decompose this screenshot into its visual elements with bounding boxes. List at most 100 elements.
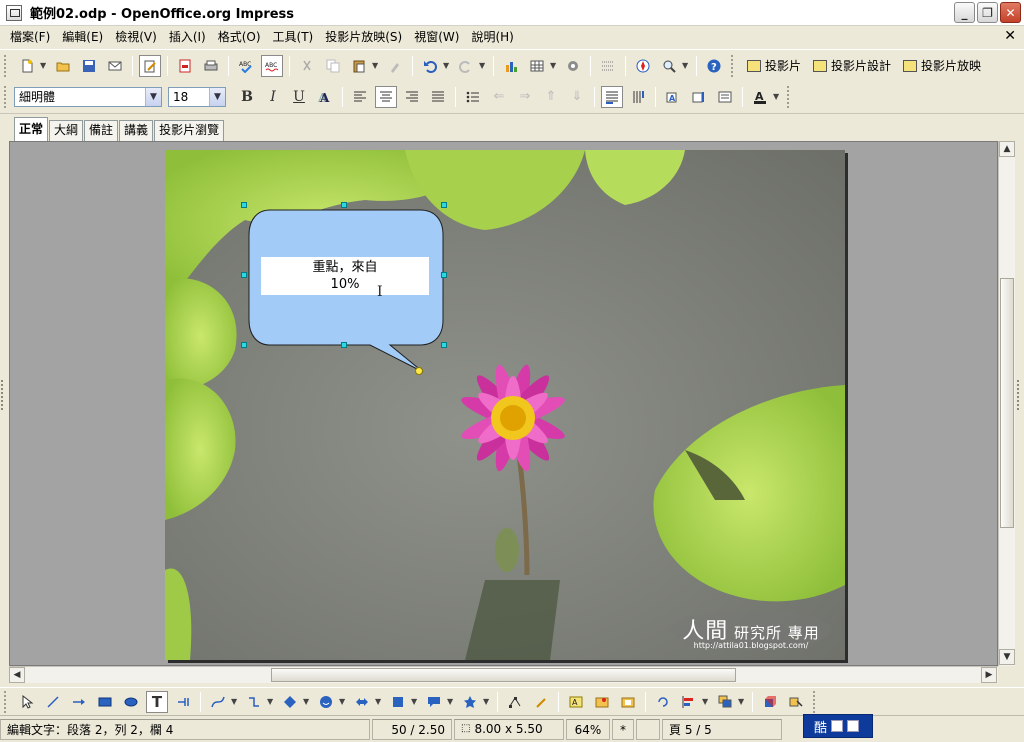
align-left-icon[interactable] bbox=[349, 86, 371, 108]
menu-slideshow[interactable]: 投影片放映(S) bbox=[319, 27, 408, 47]
help-icon[interactable]: ? bbox=[703, 55, 725, 77]
promote-icon[interactable]: ⇐ bbox=[488, 86, 510, 108]
rotate-icon[interactable] bbox=[652, 691, 674, 713]
tab-notes[interactable]: 備註 bbox=[84, 120, 119, 141]
selection-handle[interactable] bbox=[341, 202, 347, 208]
undo-dropdown-icon[interactable]: ▼ bbox=[443, 61, 451, 70]
ime-options-icon[interactable] bbox=[847, 720, 860, 732]
selection-handle[interactable] bbox=[241, 202, 247, 208]
chevron-down-icon[interactable]: ▼ bbox=[209, 87, 225, 106]
fontwork-icon[interactable]: A bbox=[565, 691, 587, 713]
tab-slide-sorter[interactable]: 投影片瀏覽 bbox=[154, 120, 225, 141]
symbol-shapes-dropdown-icon[interactable]: ▼ bbox=[339, 697, 347, 706]
stars-icon[interactable] bbox=[459, 691, 481, 713]
font-color-dropdown-icon[interactable]: ▼ bbox=[773, 92, 781, 101]
undo-icon[interactable] bbox=[419, 55, 441, 77]
slide-button[interactable]: 投影片 bbox=[741, 55, 807, 77]
menu-view[interactable]: 檢視(V) bbox=[109, 27, 163, 47]
open-folder-icon[interactable] bbox=[52, 55, 74, 77]
flowchart-icon[interactable] bbox=[387, 691, 409, 713]
block-arrows-icon[interactable] bbox=[351, 691, 373, 713]
callout-tail-handle[interactable] bbox=[415, 367, 423, 375]
paste-dropdown-icon[interactable]: ▼ bbox=[372, 61, 380, 70]
gallery-icon[interactable] bbox=[617, 691, 639, 713]
tab-outline[interactable]: 大綱 bbox=[49, 120, 84, 141]
table-icon[interactable] bbox=[526, 55, 548, 77]
slide-canvas[interactable]: 重點，來自 10% I 人間 研究所 專用 http://attila01.bl… bbox=[165, 150, 845, 660]
ellipse-icon[interactable] bbox=[120, 691, 142, 713]
extrusion-icon[interactable] bbox=[759, 691, 781, 713]
edit-mode-icon[interactable] bbox=[139, 54, 161, 77]
zoom-icon[interactable] bbox=[658, 55, 680, 77]
toolbar-grip[interactable] bbox=[4, 54, 10, 77]
status-zoom[interactable]: 64% bbox=[566, 718, 610, 740]
toolbar-grip[interactable] bbox=[4, 690, 10, 713]
menu-help[interactable]: 說明(H) bbox=[465, 27, 519, 47]
scroll-right-icon[interactable]: ▶ bbox=[981, 667, 997, 683]
selection-handle[interactable] bbox=[441, 202, 447, 208]
menu-tools[interactable]: 工具(T) bbox=[267, 27, 320, 47]
arrange-icon[interactable] bbox=[714, 691, 736, 713]
vertical-scrollbar[interactable]: ▲ ▼ bbox=[998, 141, 1015, 666]
move-up-icon[interactable]: ⇑ bbox=[540, 86, 562, 108]
status-signature[interactable] bbox=[636, 718, 660, 740]
left-pane-grip[interactable] bbox=[1, 380, 5, 410]
text-tool-icon[interactable]: T bbox=[146, 690, 168, 713]
auto-spellcheck-icon[interactable]: ABC bbox=[261, 54, 283, 77]
horizontal-scroll-thumb[interactable] bbox=[271, 668, 736, 682]
close-document-icon[interactable]: ✕ bbox=[1004, 28, 1016, 44]
clone-formatting-icon[interactable] bbox=[384, 55, 406, 77]
menu-format[interactable]: 格式(O) bbox=[212, 27, 267, 47]
horizontal-scrollbar[interactable]: ◀ ▶ bbox=[9, 666, 998, 683]
glue-points-icon[interactable] bbox=[530, 691, 552, 713]
toolbar-grip[interactable] bbox=[731, 54, 737, 77]
save-icon[interactable] bbox=[78, 55, 100, 77]
selection-handle[interactable] bbox=[241, 272, 247, 278]
selection-handle[interactable] bbox=[441, 342, 447, 348]
font-size-combo[interactable]: 18 ▼ bbox=[168, 86, 226, 107]
vertical-scroll-thumb[interactable] bbox=[1000, 278, 1014, 528]
underline-icon[interactable]: U bbox=[288, 86, 310, 108]
font-name-combo[interactable]: 細明體 ▼ bbox=[14, 86, 162, 107]
callouts-icon[interactable] bbox=[423, 691, 445, 713]
line-arrow-icon[interactable] bbox=[68, 691, 90, 713]
connector-icon[interactable] bbox=[243, 691, 265, 713]
from-file-icon[interactable] bbox=[591, 691, 613, 713]
scroll-up-icon[interactable]: ▲ bbox=[999, 141, 1015, 157]
selection-handle[interactable] bbox=[241, 342, 247, 348]
tab-normal[interactable]: 正常 bbox=[14, 117, 49, 141]
chevron-down-icon[interactable]: ▼ bbox=[145, 87, 161, 106]
print-icon[interactable] bbox=[200, 55, 222, 77]
ime-mode-label[interactable]: 酷 bbox=[814, 717, 827, 736]
menu-file[interactable]: 檔案(F) bbox=[4, 27, 56, 47]
paragraph-icon[interactable] bbox=[688, 86, 710, 108]
menu-edit[interactable]: 編輯(E) bbox=[56, 27, 109, 47]
line-icon[interactable] bbox=[42, 691, 64, 713]
curve-dropdown-icon[interactable]: ▼ bbox=[231, 697, 239, 706]
paste-icon[interactable] bbox=[348, 55, 370, 77]
new-document-icon[interactable] bbox=[16, 55, 38, 77]
bold-icon[interactable]: B bbox=[236, 86, 258, 108]
demote-icon[interactable]: ⇒ bbox=[514, 86, 536, 108]
new-dropdown-icon[interactable]: ▼ bbox=[40, 61, 48, 70]
scroll-left-icon[interactable]: ◀ bbox=[9, 667, 25, 683]
bullets-numbering-icon[interactable] bbox=[714, 86, 736, 108]
symbol-shapes-icon[interactable] bbox=[315, 691, 337, 713]
shadow-icon[interactable]: AA bbox=[314, 86, 336, 108]
basic-shapes-icon[interactable] bbox=[279, 691, 301, 713]
redo-dropdown-icon[interactable]: ▼ bbox=[479, 61, 487, 70]
slide-design-button[interactable]: 投影片設計 bbox=[807, 55, 897, 77]
export-pdf-icon[interactable] bbox=[174, 55, 196, 77]
justify-icon[interactable] bbox=[427, 86, 449, 108]
tab-handout[interactable]: 講義 bbox=[119, 120, 154, 141]
menu-insert[interactable]: 插入(I) bbox=[163, 27, 212, 47]
arrange-dropdown-icon[interactable]: ▼ bbox=[738, 697, 746, 706]
chart-icon[interactable] bbox=[500, 55, 522, 77]
top-to-bottom-icon[interactable] bbox=[627, 86, 649, 108]
rectangle-icon[interactable] bbox=[94, 691, 116, 713]
align-center-icon[interactable] bbox=[375, 85, 397, 108]
move-down-icon[interactable]: ⇓ bbox=[566, 86, 588, 108]
font-color-icon[interactable]: A bbox=[749, 86, 771, 108]
basic-shapes-dropdown-icon[interactable]: ▼ bbox=[303, 697, 311, 706]
callout-text-box[interactable]: 重點，來自 10% bbox=[261, 257, 429, 295]
